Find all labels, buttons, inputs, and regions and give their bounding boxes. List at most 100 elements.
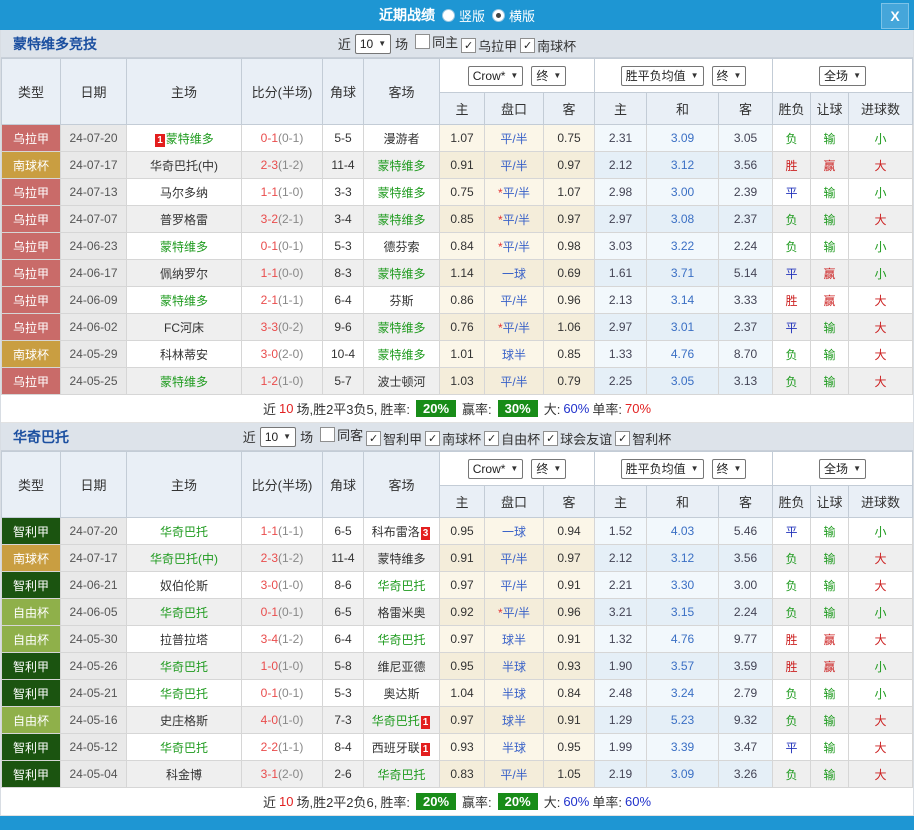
euro-away-odds: 3.26 [719,761,773,788]
red-card-badge: 1 [421,716,431,729]
home-team: 拉普拉塔 [127,626,242,653]
matches-table: 类型 日期 主场 比分(半场) 角球 客场 Crow* ▼ 终 [1,58,913,395]
away-team: 蒙特维多 [364,545,440,572]
layout-radio-horizontal[interactable]: 横版 [492,6,535,25]
asia-home-odds: 0.76 [440,314,485,341]
corner-cell: 5-7 [323,368,364,395]
match-rows: 乌拉甲24-07-201蒙特维多0-1(0-1)5-5漫游者1.07平/半0.7… [2,125,913,395]
radio-icon[interactable] [442,9,455,22]
checkbox-icon[interactable]: ✓ [543,431,558,446]
team-name-text: 德芬索 [383,240,419,254]
team-name-text: 华奇巴托 [160,606,208,620]
half-score: (1-1) [278,524,303,538]
score-cell: 3-0(2-0) [242,341,323,368]
full-score: 3-0 [261,347,278,361]
full-score: 2-1 [261,293,278,307]
league-filter-checkbox[interactable]: 同主 [415,32,458,51]
score-cell: 2-3(1-2) [242,152,323,179]
checkbox-icon[interactable]: ✓ [366,431,381,446]
euro-source-select[interactable]: 胜平负均值 ▼ [621,459,704,479]
radio-icon[interactable] [492,9,505,22]
checkbox-icon[interactable] [415,34,430,49]
euro-final-select[interactable]: 终 ▼ [712,459,747,479]
asia-final-value: 终 [536,460,548,477]
away-team: 蒙特维多 [364,260,440,287]
league-type-cell: 乌拉甲 [2,125,61,152]
euro-home-odds: 2.12 [595,152,647,179]
col-away: 客场 [364,452,440,518]
handicap-result: 输 [811,545,849,572]
goals-result: 小 [849,518,913,545]
asia-source-select[interactable]: Crow* ▼ [468,459,524,479]
team-name-text: 马尔多纳 [160,186,208,200]
home-team: 蒙特维多 [127,233,242,260]
win-rate-label: 胜率: [380,792,410,811]
half-score: (0-2) [278,320,303,334]
match-count-select[interactable]: 10 ▼ [260,427,296,447]
team-name: 华奇巴托 [13,427,69,447]
match-count-select[interactable]: 10 ▼ [355,34,391,54]
section-header: 蒙特维多竞技 近 10 ▼ 场 同主✓乌拉甲✓南球杯 [1,30,913,58]
asia-home-odds: 0.97 [440,707,485,734]
euro-final-select[interactable]: 终 ▼ [712,66,747,86]
euro-draw-odds: 3.14 [647,287,719,314]
half-score: (0-1) [278,605,303,619]
team-name-text: 华奇巴托 [377,579,425,593]
asia-home-odds: 0.84 [440,233,485,260]
league-filter-checkbox[interactable]: ✓自由杯 [484,429,540,448]
full-score: 3-0 [261,578,278,592]
team-name-text: 波士顿河 [377,375,425,389]
euro-source-select[interactable]: 胜平负均值 ▼ [621,66,704,86]
checkbox-icon[interactable]: ✓ [484,431,499,446]
matches-table: 类型 日期 主场 比分(半场) 角球 客场 Crow* ▼ 终 [1,451,913,788]
wdl-result: 平 [773,734,811,761]
away-team: 蒙特维多 [364,314,440,341]
match-row: 智利甲24-05-04科金博3-1(2-0)2-6华奇巴托0.83平/半1.05… [2,761,913,788]
score-cell: 3-3(0-2) [242,314,323,341]
euro-away-odds: 3.00 [719,572,773,599]
layout-radio-vertical[interactable]: 竖版 [442,6,485,25]
league-filter-checkbox[interactable]: ✓南球杯 [425,429,481,448]
euro-draw-odds: 3.09 [647,125,719,152]
euro-away-odds: 8.70 [719,341,773,368]
win-rate-label: 胜率: [380,399,410,418]
asia-final-select[interactable]: 终 ▼ [531,66,566,86]
checkbox-icon[interactable]: ✓ [461,38,476,53]
handicap-result: 输 [811,707,849,734]
asia-source-select[interactable]: Crow* ▼ [468,66,524,86]
league-type-cell: 乌拉甲 [2,287,61,314]
checkbox-label: 南球杯 [442,429,481,448]
wdl-result: 负 [773,341,811,368]
full-score: 2-3 [261,158,278,172]
league-filter-checkbox[interactable]: ✓球会友谊 [543,429,612,448]
checkbox-icon[interactable] [320,427,335,442]
scope-select[interactable]: 全场 ▼ [819,459,866,479]
league-filter-checkbox[interactable]: ✓南球杯 [520,36,576,55]
chevron-down-icon: ▼ [691,464,699,473]
league-filter-checkbox[interactable]: ✓乌拉甲 [461,36,517,55]
match-date: 24-07-20 [61,518,127,545]
wdl-result: 负 [773,206,811,233]
checkbox-label: 球会友谊 [560,429,612,448]
team-name-text: 蒙特维多 [377,348,425,362]
league-filter-checkbox[interactable]: ✓智利甲 [366,429,422,448]
checkbox-icon[interactable]: ✓ [425,431,440,446]
checkbox-icon[interactable]: ✓ [615,431,630,446]
asia-away-odds: 0.95 [544,734,595,761]
away-team: 奥达斯 [364,680,440,707]
close-button[interactable]: X [881,3,909,29]
league-filter-checkbox[interactable]: 同客 [320,425,363,444]
away-team: 蒙特维多 [364,179,440,206]
scope-select[interactable]: 全场 ▼ [819,66,866,86]
euro-home-odds: 2.13 [595,287,647,314]
full-score: 3-2 [261,212,278,226]
big-rate-label: 大: [544,399,561,418]
asia-final-select[interactable]: 终 ▼ [531,459,566,479]
league-filter-checkbox[interactable]: ✓智利杯 [615,429,671,448]
goals-result: 小 [849,680,913,707]
col-asia-home: 主 [440,93,485,125]
win-rate-badge: 20% [416,400,456,417]
goals-result: 小 [849,260,913,287]
away-team: 蒙特维多 [364,341,440,368]
checkbox-icon[interactable]: ✓ [520,38,535,53]
